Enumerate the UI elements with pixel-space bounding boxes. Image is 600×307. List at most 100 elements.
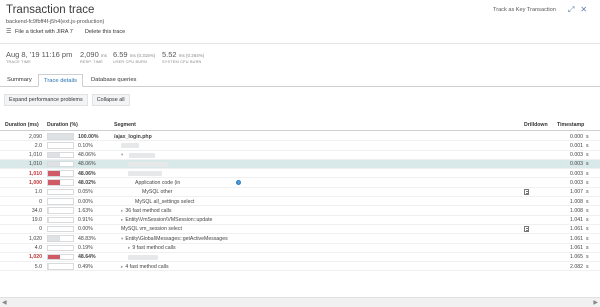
metric-label: USER CPU BURN — [113, 60, 148, 64]
track-key-transaction-link[interactable]: Track as Key Transaction — [493, 7, 556, 13]
duration-ms: 0 — [39, 198, 42, 205]
horizontal-scrollbar[interactable]: ◀ ▶ — [0, 297, 600, 307]
table-row[interactable]: 0 0.00% MySQL all_settings select 1.008 s — [0, 197, 600, 207]
collapse-all-button[interactable]: Collapse all — [91, 94, 130, 106]
duration-ms: 1,020 — [29, 235, 42, 242]
segment-name[interactable]: ▾ Entity\Global\Messages::getActiveMessag… — [121, 236, 228, 242]
tab-summary[interactable]: Summary — [2, 74, 37, 87]
duration-ms: 5.0 — [34, 263, 42, 270]
timestamp-unit: s — [586, 170, 589, 177]
duration-pct: 0.10% — [78, 142, 93, 149]
expand-icon[interactable]: ▸ — [121, 217, 123, 222]
tab-database-queries[interactable]: Database queries — [86, 74, 141, 87]
expand-icon[interactable]: ▸ — [121, 264, 123, 269]
table-row[interactable]: 19.0 0.91% ▸ Entity\VmSession\VMSession::up… — [0, 216, 600, 225]
drilldown-icon[interactable] — [524, 225, 529, 232]
timestamp-unit: s — [586, 226, 589, 233]
table-row[interactable]: 1,000 48.02% Application code (in? 0.003 s — [0, 178, 600, 188]
table-row[interactable]: 4.0 0.19% ▸ 9 fast method calls 1.061 s — [0, 244, 600, 253]
expand-icon[interactable]: ▸ — [121, 208, 123, 213]
timestamp-unit: s — [586, 142, 589, 149]
segment-name[interactable]: MySQL other — [142, 189, 172, 195]
duration-ms: 2.0 — [34, 142, 42, 149]
redacted-text — [121, 143, 139, 149]
duration-pct: 48.02% — [78, 179, 96, 186]
col-drilldown: Drilldown — [524, 122, 548, 128]
scroll-left-icon[interactable]: ◀ — [2, 299, 7, 306]
table-header: Duration (ms) Duration (%) Segment Drill… — [0, 120, 600, 131]
duration-pct: 0.00% — [78, 198, 93, 205]
expand-icon[interactable]: ⤢ — [568, 5, 574, 15]
timestamp-unit: s — [586, 245, 589, 252]
duration-ms: 19.0 — [31, 217, 42, 224]
duration-pct: 48.06% — [78, 152, 96, 159]
duration-bar — [47, 160, 74, 168]
table-row[interactable]: 5.0 0.49% ▸ 4 fast method calls 2.082 s — [0, 262, 600, 272]
table-row[interactable]: 1,010 48.06% 0.003 s — [0, 159, 600, 170]
table-row[interactable]: 1,020 48.83% ▾ Entity\Global\Messages::getA… — [0, 234, 600, 244]
timestamp-unit: s — [586, 235, 589, 242]
scroll-right-icon[interactable]: ▶ — [593, 299, 598, 306]
trace-toolbar: Expand performance problems Collapse all — [0, 94, 130, 108]
segment-name[interactable]: ▸ 4 fast method calls — [121, 264, 169, 270]
delete-trace-button[interactable]: Delete this trace — [79, 26, 131, 38]
timestamp-unit: s — [586, 161, 589, 168]
col-timestamp[interactable]: Timestamp — [557, 122, 584, 128]
duration-bar — [47, 225, 74, 233]
segment-label: MySQL other — [142, 189, 173, 196]
collapse-icon[interactable]: ▾ — [121, 236, 123, 241]
duration-ms: 1,000 — [29, 179, 42, 186]
segment-name[interactable]: ▸ 9 fast method calls — [128, 245, 176, 251]
segment-name[interactable]: MySQL vm_session select — [121, 226, 182, 232]
timestamp-value: 1.061 — [570, 235, 583, 242]
duration-ms: 1,010 — [29, 161, 42, 168]
duration-pct: 48.64% — [78, 254, 96, 261]
segment-name[interactable]: Application code (in — [135, 180, 180, 186]
segment-label: MySQL vm_session select — [121, 226, 182, 233]
duration-bar-fill — [48, 236, 61, 241]
table-row[interactable]: 1,020 48.64% 1.065 s — [0, 253, 600, 263]
table-row[interactable]: 1,010 48.06% 0.003 s — [0, 169, 600, 179]
segment-name[interactable]: ▸ 36 fast method calls — [121, 208, 171, 214]
col-duration-ms[interactable]: Duration (ms) — [5, 122, 39, 128]
metric-unit: ms (0.315%) — [129, 53, 156, 58]
segment-name[interactable]: /ajax_login.php — [114, 134, 152, 140]
segment-label: Entity\VmSession\VMSession::update — [125, 217, 213, 224]
table-row[interactable]: 0 0.00% MySQL vm_session select 1.061 s — [0, 225, 600, 235]
table-row[interactable]: 34.0 1.63% ▸ 36 fast method calls 1.008 s — [0, 206, 600, 216]
col-duration-pct[interactable]: Duration (%) — [47, 122, 78, 128]
col-segment[interactable]: Segment — [114, 122, 136, 128]
metric-label: RESP. TIME — [80, 60, 103, 64]
duration-bar — [47, 244, 74, 252]
table-row[interactable]: 2,090 100.00% /ajax_login.php 0.000 s — [0, 132, 600, 142]
segment-label: 9 fast method calls — [132, 245, 176, 252]
duration-pct: 1.63% — [78, 207, 93, 214]
segment-name[interactable]: MySQL all_settings select — [135, 199, 195, 205]
redacted-text — [129, 152, 155, 158]
redacted-text — [128, 254, 158, 260]
metric-system-cpu: 5.52 ms (0.264%) SYSTEM CPU BURN — [162, 50, 204, 64]
duration-pct: 48.83% — [78, 235, 96, 242]
table-row[interactable]: 2.0 0.10% 0.001 s — [0, 141, 600, 151]
help-icon[interactable]: ? — [236, 179, 241, 185]
duration-bar — [47, 133, 74, 140]
timestamp-value: 0.003 — [570, 161, 583, 168]
table-row[interactable]: 1.0 0.05% MySQL other 1.007 s — [0, 188, 600, 198]
segment-name[interactable]: ▾ — [121, 152, 125, 158]
drilldown-icon[interactable] — [524, 188, 529, 195]
timestamp-unit: s — [586, 179, 589, 186]
expand-icon[interactable]: ▸ — [128, 245, 130, 250]
expand-performance-problems-button[interactable]: Expand performance problems — [4, 94, 88, 106]
collapse-icon[interactable]: ▾ — [121, 152, 123, 157]
table-row[interactable]: 1,010 48.06% ▾ 0.003 s — [0, 151, 600, 160]
duration-bar — [47, 188, 74, 196]
timestamp-value: 1.008 — [570, 198, 583, 205]
segment-name[interactable]: ▸ Entity\VmSession\VMSession::update — [121, 217, 212, 223]
tab-trace-details[interactable]: Trace details — [38, 74, 83, 87]
trace-table-body: 2,090 100.00%/ajax_login.php 0.000 s 2.0 0.10… — [0, 132, 600, 272]
close-icon[interactable]: ✕ — [580, 5, 587, 15]
window-controls: ⤢ ✕ — [568, 5, 587, 15]
timestamp-unit: s — [586, 198, 589, 205]
file-ticket-label: File a ticket with JIRA 7 — [15, 29, 73, 35]
file-ticket-button[interactable]: ☰ File a ticket with JIRA 7 — [0, 26, 79, 38]
